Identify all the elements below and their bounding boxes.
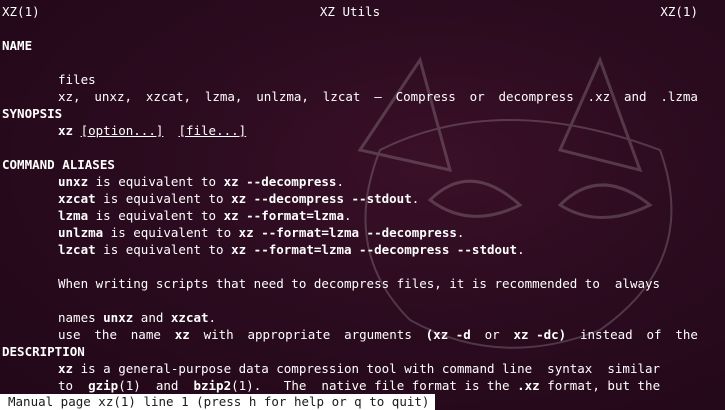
- header-center: XZ Utils: [319, 4, 381, 19]
- name-line-1: xz, unxz, xzcat, lzma, unlzma, lzcat – C…: [58, 89, 698, 104]
- man-header: XZ(1) XZ Utils XZ(1): [2, 3, 698, 20]
- aliases-paragraph-line-1: When writing scripts that need to decomp…: [58, 276, 661, 291]
- aliases-paragraph-line-3: names unxz and xzcat.: [58, 310, 217, 325]
- terminal-window[interactable]: XZ(1) XZ Utils XZ(1) NAME xz, unxz, xzca…: [0, 0, 725, 410]
- section-heading-name: NAME: [2, 38, 33, 53]
- header-left: XZ(1): [2, 4, 40, 19]
- section-heading-synopsis: SYNOPSIS: [2, 106, 63, 121]
- man-page-content: XZ(1) XZ Utils XZ(1) NAME xz, unxz, xzca…: [2, 3, 723, 394]
- header-right: XZ(1): [660, 4, 698, 19]
- synopsis-line: xz [option...] [file...]: [2, 122, 723, 139]
- description-line-2: to gzip(1) and bzip2(1). The native file…: [58, 378, 661, 393]
- section-heading-aliases: COMMAND ALIASES: [2, 157, 115, 172]
- alias-row: xzcat is equivalent to xz --decompress -…: [58, 191, 420, 206]
- name-line-2: files: [58, 72, 96, 87]
- alias-row: lzcat is equivalent to xz --format=lzma …: [58, 242, 525, 257]
- alias-row: unlzma is equivalent to xz --format=lzma…: [58, 225, 465, 240]
- section-heading-description: DESCRIPTION: [2, 344, 85, 359]
- aliases-paragraph-line-2: use the name xz with appropriate argumen…: [58, 327, 698, 342]
- alias-row: lzma is equivalent to xz --format=lzma.: [58, 208, 352, 223]
- alias-row: unxz is equivalent to xz --decompress.: [58, 174, 344, 189]
- description-line-1: xz is a general-purpose data compression…: [58, 361, 661, 376]
- synopsis-command: xz: [58, 123, 74, 138]
- synopsis-option: [option...]: [80, 123, 164, 138]
- pager-status-bar: Manual page xz(1) line 1 (press h for he…: [0, 394, 436, 410]
- synopsis-file: [file...]: [178, 123, 247, 138]
